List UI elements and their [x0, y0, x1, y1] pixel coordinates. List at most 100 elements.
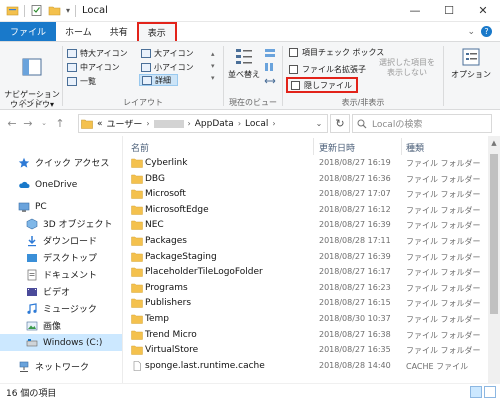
table-row[interactable]: Publishers 2018/08/27 16:15 ファイル フォルダー [123, 296, 488, 311]
help-icon[interactable]: ? [481, 26, 492, 37]
nav-videos[interactable]: ビデオ [0, 283, 122, 300]
layout-scroll-icon[interactable]: ▴ ▾ ▾ [211, 48, 215, 84]
table-row[interactable]: NEC 2018/08/27 16:39 ファイル フォルダー [123, 218, 488, 233]
large-icons-view-button[interactable] [484, 386, 496, 398]
table-row[interactable]: VirtualStore 2018/08/27 16:35 ファイル フォルダー [123, 343, 488, 358]
size-columns-icon[interactable] [264, 76, 276, 86]
layout-medium-icons[interactable]: 中アイコン [67, 61, 120, 73]
table-row[interactable]: PlaceholderTileLogoFolder 2018/08/27 16:1… [123, 265, 488, 280]
nav-music[interactable]: ミュージック [0, 300, 122, 317]
layout-details[interactable]: 詳細 [139, 74, 178, 86]
new-folder-icon[interactable] [48, 4, 61, 17]
nav-documents[interactable]: ドキュメント [0, 266, 122, 283]
column-header-type[interactable]: 種類 [406, 141, 424, 154]
recent-locations-icon[interactable]: ⌄ [36, 119, 52, 127]
search-input[interactable]: Localの検索 [352, 114, 492, 133]
checkbox[interactable] [289, 64, 298, 74]
table-row[interactable]: PackageStaging 2018/08/27 16:39 ファイル フォルダー [123, 250, 488, 265]
tab-file[interactable]: ファイル [0, 22, 57, 41]
file-name: VirtualStore [145, 345, 199, 356]
nav-label: Windows (C:) [43, 337, 103, 348]
refresh-button[interactable]: ↻ [330, 114, 350, 133]
folder-icon [131, 158, 143, 168]
file-extensions-toggle[interactable]: ファイル名拡張子 [289, 63, 366, 75]
vertical-scrollbar[interactable]: ▲ [488, 136, 500, 383]
layout-large-icons[interactable]: 大アイコン [141, 47, 194, 59]
nav-downloads[interactable]: ダウンロード [0, 232, 122, 249]
table-row[interactable]: Packages 2018/08/28 17:11 ファイル フォルダー [123, 234, 488, 249]
tab-view[interactable]: 表示 [136, 22, 177, 41]
file-name: sponge.last.runtime.cache [145, 360, 265, 371]
address-bar[interactable]: « ユーザー › › AppData › Local › ⌄ [78, 114, 328, 133]
table-row[interactable]: Trend Micro 2018/08/27 16:38 ファイル フォルダー [123, 328, 488, 343]
layout-list[interactable]: 一覧 [67, 75, 96, 87]
table-row[interactable]: Cyberlink 2018/08/27 16:19 ファイル フォルダー [123, 156, 488, 171]
nav-desktop[interactable]: デスクトップ [0, 249, 122, 266]
table-row[interactable]: Microsoft 2018/08/27 17:07 ファイル フォルダー [123, 187, 488, 202]
table-row[interactable]: Temp 2018/08/30 10:37 ファイル フォルダー [123, 312, 488, 327]
back-button[interactable]: ← [4, 117, 20, 130]
properties-icon[interactable] [30, 4, 43, 17]
nav-quick-access[interactable]: クイック アクセス [0, 154, 122, 171]
up-button[interactable]: ↑ [52, 117, 68, 130]
breadcrumb-overflow[interactable]: « [97, 119, 103, 129]
table-row[interactable]: Programs 2018/08/27 16:23 ファイル フォルダー [123, 281, 488, 296]
table-row[interactable]: sponge.last.runtime.cache 2018/08/28 14:4… [123, 359, 488, 374]
maximize-button[interactable]: ☐ [432, 0, 466, 22]
scrollbar-thumb[interactable] [490, 154, 498, 314]
nav-pc[interactable]: PC [0, 198, 122, 215]
breadcrumb-chevron-icon[interactable]: › [238, 119, 241, 128]
minimize-button[interactable]: — [398, 0, 432, 22]
file-name: Trend Micro [145, 329, 197, 340]
hidden-items-toggle[interactable]: 隠しファイル [286, 77, 358, 93]
tab-home[interactable]: ホーム [56, 22, 101, 41]
nav-network[interactable]: ネットワーク [0, 358, 122, 375]
window-controls: — ☐ ✕ [398, 0, 500, 22]
column-divider[interactable] [401, 138, 402, 155]
table-row[interactable]: DBG 2018/08/27 16:36 ファイル フォルダー [123, 172, 488, 187]
nav-3d-objects[interactable]: 3D オブジェクト [0, 215, 122, 232]
file-name: Packages [145, 236, 187, 246]
nav-windows-c[interactable]: Windows (C:) [0, 334, 122, 351]
scroll-up-icon[interactable]: ▲ [488, 139, 500, 147]
add-columns-icon[interactable] [264, 62, 276, 72]
breadcrumb-chevron-icon[interactable]: › [188, 119, 191, 128]
nav-label: デスクトップ [43, 254, 98, 264]
column-header-name[interactable]: 名前 [131, 141, 149, 154]
layout-group: 特大アイコン 大アイコン 中アイコン 小アイコン 一覧 詳細 ▴ ▾ ▾ レイアウト [63, 42, 223, 110]
breadcrumb-username-redacted[interactable] [153, 119, 184, 128]
table-row[interactable]: MicrosoftEdge 2018/08/27 16:12 ファイル フォルダー [123, 203, 488, 218]
details-view-button[interactable] [470, 386, 482, 398]
forward-button[interactable]: → [20, 117, 36, 130]
ribbon-expand-icon[interactable]: ⌄ [467, 27, 475, 37]
checkbox[interactable] [291, 80, 300, 90]
group-by-icon[interactable] [264, 48, 276, 58]
sort-by-button[interactable]: 並べ替え [228, 46, 260, 80]
address-dropdown-icon[interactable]: ⌄ [311, 119, 327, 128]
hide-selected-items-button[interactable]: 選択した項目を 表示しない [373, 48, 441, 78]
item-checkboxes-toggle[interactable]: 項目チェック ボックス [289, 46, 384, 58]
breadcrumb-users[interactable]: ユーザー [107, 117, 143, 130]
column-header-date[interactable]: 更新日時 [319, 141, 355, 154]
qat-dropdown-icon[interactable]: ▾ [66, 6, 70, 15]
breadcrumb-chevron-icon[interactable]: › [272, 119, 275, 128]
breadcrumb-chevron-icon[interactable]: › [146, 119, 149, 128]
layout-group-label: レイアウト [123, 98, 163, 107]
layout-item-label: 中アイコン [80, 62, 120, 72]
column-divider[interactable] [313, 138, 314, 155]
file-type: ファイル フォルダー [406, 346, 481, 356]
options-button[interactable]: オプション [446, 46, 496, 80]
file-list: 名前 更新日時 種類 Cyberlink 2018/08/27 16:19 ファイル… [123, 136, 488, 383]
hidden-items-label: 隠しファイル [304, 80, 352, 90]
layout-item-label: 特大アイコン [80, 48, 128, 58]
breadcrumb-appdata[interactable]: AppData [195, 119, 234, 129]
tab-share[interactable]: 共有 [101, 22, 137, 41]
layout-small-icons[interactable]: 小アイコン [141, 61, 194, 73]
folder-icon [131, 283, 143, 293]
close-button[interactable]: ✕ [466, 0, 500, 22]
nav-pictures[interactable]: 画像 [0, 317, 122, 334]
checkbox[interactable] [289, 47, 298, 57]
breadcrumb-local[interactable]: Local [245, 119, 268, 129]
layout-extra-large-icons[interactable]: 特大アイコン [67, 47, 128, 59]
nav-onedrive[interactable]: OneDrive [0, 176, 122, 193]
